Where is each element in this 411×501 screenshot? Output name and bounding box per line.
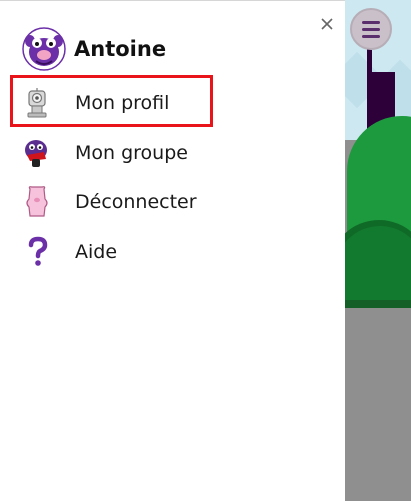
- close-icon[interactable]: [318, 15, 336, 33]
- side-drawer: Antoine Mon profil Mon groupe Déconnecte…: [0, 0, 345, 501]
- hamburger-line: [362, 20, 380, 24]
- menu-item-logout[interactable]: Déconnecter: [22, 186, 197, 218]
- profile-robot-icon: [22, 87, 60, 119]
- help-question-icon: [22, 236, 60, 268]
- menu-item-profile[interactable]: Mon profil: [22, 87, 169, 119]
- logout-pig-icon: [22, 186, 60, 218]
- ground: [345, 308, 411, 501]
- hamburger-line: [362, 27, 380, 31]
- hamburger-menu-icon[interactable]: [350, 8, 392, 50]
- menu-item-label: Mon profil: [75, 92, 170, 114]
- menu-item-group[interactable]: Mon groupe: [22, 137, 188, 169]
- group-monster-icon: [22, 137, 60, 169]
- drawer-header: Antoine: [22, 27, 166, 71]
- hamburger-line: [362, 34, 380, 38]
- username: Antoine: [74, 37, 167, 61]
- game-scene-background: [345, 0, 411, 501]
- menu-item-label: Déconnecter: [75, 191, 197, 213]
- menu-item-help[interactable]: Aide: [22, 236, 117, 268]
- menu-item-label: Aide: [75, 241, 118, 263]
- menu-item-label: Mon groupe: [75, 142, 188, 164]
- avatar[interactable]: [22, 27, 66, 71]
